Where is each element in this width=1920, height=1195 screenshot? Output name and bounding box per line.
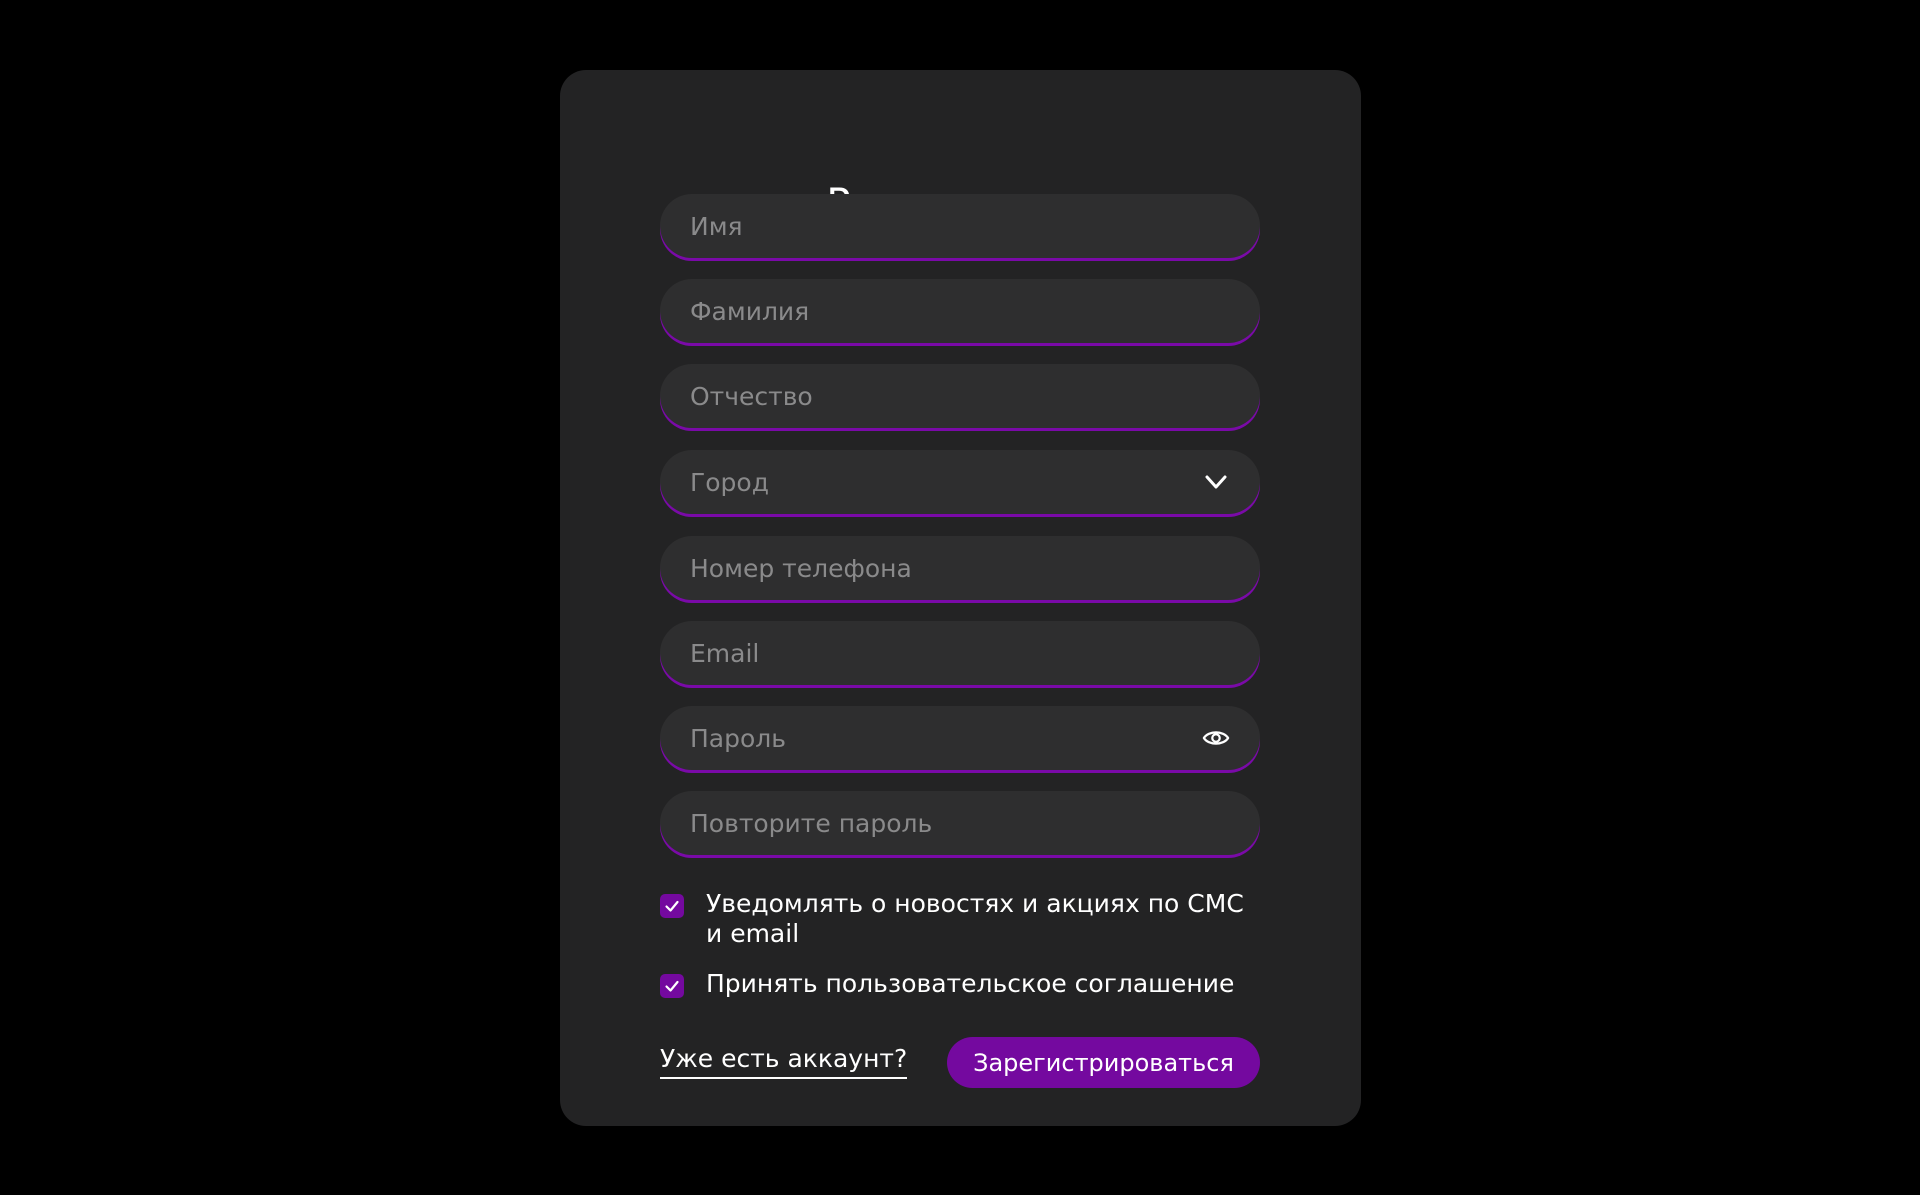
password-field[interactable]: [660, 706, 1260, 770]
email-input[interactable]: [690, 621, 1170, 685]
password-input[interactable]: [690, 706, 1170, 770]
email-field[interactable]: [660, 621, 1260, 685]
agreement-label: Принять пользовательское соглашение: [706, 969, 1235, 998]
phone-field[interactable]: [660, 536, 1260, 600]
phone-input[interactable]: [690, 536, 1170, 600]
checkmark-icon: [665, 980, 679, 992]
city-select[interactable]: [660, 450, 1260, 514]
agreement-checkbox[interactable]: [660, 974, 684, 998]
first-name-input[interactable]: [690, 194, 1170, 258]
register-button[interactable]: Зарегистрироваться: [947, 1037, 1260, 1088]
login-link[interactable]: Уже есть аккаунт?: [660, 1043, 908, 1079]
repeat-password-field[interactable]: [660, 791, 1260, 855]
first-name-field[interactable]: [660, 194, 1260, 258]
chevron-down-icon[interactable]: [1202, 468, 1230, 496]
newsletter-checkbox[interactable]: [660, 894, 684, 918]
repeat-password-input[interactable]: [690, 791, 1170, 855]
newsletter-label: Уведомлять о новостях и акциях по СМС и …: [706, 889, 1244, 948]
checkmark-icon: [665, 900, 679, 912]
patronymic-field[interactable]: [660, 364, 1260, 428]
last-name-input[interactable]: [690, 279, 1170, 343]
last-name-field[interactable]: [660, 279, 1260, 343]
registration-card: Регистрация: [560, 70, 1361, 1126]
eye-icon[interactable]: [1202, 724, 1230, 752]
patronymic-input[interactable]: [690, 364, 1170, 428]
city-input[interactable]: [690, 450, 1170, 514]
